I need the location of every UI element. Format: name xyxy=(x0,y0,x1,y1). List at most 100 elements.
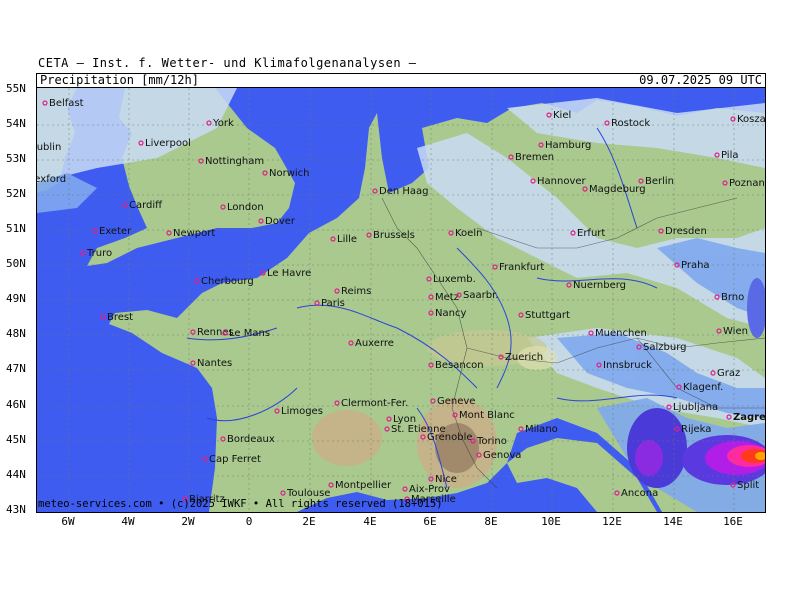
city-label: Norwich xyxy=(269,168,310,179)
city-label: Mont Blanc xyxy=(459,410,515,421)
lon-label: 10E xyxy=(541,515,561,528)
city-label: Wien xyxy=(723,326,748,337)
city-label: Cap Ferret xyxy=(209,454,261,465)
city-label: Magdeburg xyxy=(589,184,646,195)
city-label: Reims xyxy=(341,286,371,297)
lon-label: 6W xyxy=(61,515,75,528)
city-label: Praha xyxy=(681,260,710,271)
city-label: Salzburg xyxy=(643,342,686,353)
city-label: Nottingham xyxy=(205,156,264,167)
city-label: Berlin xyxy=(645,176,674,187)
city-label: Brest xyxy=(107,312,133,323)
city-label: Milano xyxy=(525,424,558,435)
city-label: Le Mans xyxy=(229,328,270,339)
city-marker xyxy=(194,278,200,284)
lat-label: 54N xyxy=(6,117,26,130)
lon-label: 6E xyxy=(423,515,437,528)
lon-label: 8E xyxy=(484,515,498,528)
field-title: Precipitation [mm/12h] xyxy=(40,73,199,87)
city-label: Truro xyxy=(86,248,112,259)
lat-label: 45N xyxy=(6,433,26,446)
precipitation-map: Belfast Dublin Wexford Liverpool York Notting… xyxy=(36,87,766,513)
city-label: Lille xyxy=(337,234,357,245)
lat-label: 53N xyxy=(6,152,26,165)
city-label: Genova xyxy=(483,450,521,461)
city-label: Kiel xyxy=(553,110,571,121)
city-label: Geneve xyxy=(437,396,475,407)
city-label: Stuttgart xyxy=(525,310,570,321)
city-marker xyxy=(122,202,128,208)
lon-label: 4W xyxy=(121,515,135,528)
lon-label: 16E xyxy=(723,515,743,528)
lon-label: 14E xyxy=(663,515,683,528)
lat-label: 47N xyxy=(6,362,26,375)
lon-label: 2E xyxy=(302,515,316,528)
city-label: Pila xyxy=(721,150,739,161)
city-label: Frankfurt xyxy=(499,262,544,273)
institute-header: CETA — Inst. f. Wetter- und Klimafolgena… xyxy=(38,56,417,70)
city-label: Torino xyxy=(476,436,507,447)
city-label: Montpellier xyxy=(335,480,392,491)
city-label: Poznan xyxy=(729,178,765,189)
city-label: Limoges xyxy=(281,406,323,417)
city-label: Klagenf. xyxy=(683,382,723,393)
city-label: Wexford xyxy=(37,174,66,185)
city-label: Graz xyxy=(717,368,740,379)
city-label: Saarbr. xyxy=(463,290,498,301)
city-label: Cherbourg xyxy=(201,276,254,287)
city-label: Newport xyxy=(173,228,215,239)
city-label: Rijeka xyxy=(681,424,711,435)
city-marker xyxy=(100,314,106,320)
city-label: Bordeaux xyxy=(227,434,275,445)
city-label: Muenchen xyxy=(595,328,647,339)
map-canvas: Belfast Dublin Wexford Liverpool York Notting… xyxy=(37,88,765,512)
city-label: Erfurt xyxy=(577,228,605,239)
city-marker xyxy=(202,456,208,462)
city-label: Liverpool xyxy=(145,138,191,149)
lat-label: 49N xyxy=(6,292,26,305)
city-label: Dublin xyxy=(37,142,61,153)
city-label: Belfast xyxy=(49,98,84,109)
city-label: Zagreb xyxy=(733,412,765,423)
city-label: Paris xyxy=(321,298,345,309)
city-label: Exeter xyxy=(99,226,132,237)
city-label: Nuernberg xyxy=(573,280,626,291)
city-label: Bremen xyxy=(515,152,554,163)
lon-label: 12E xyxy=(602,515,622,528)
lon-label: 0 xyxy=(245,515,253,528)
lat-label: 52N xyxy=(6,187,26,200)
city-label: Luxemb. xyxy=(433,274,476,285)
city-label: Dover xyxy=(265,216,296,227)
copyright-footer: meteo-services.com • (c)2025 IWKF • All … xyxy=(38,498,443,510)
city-label: Auxerre xyxy=(355,338,394,349)
city-label: Rostock xyxy=(611,118,650,129)
city-label: Hannover xyxy=(537,176,587,187)
lat-label: 46N xyxy=(6,398,26,411)
city-marker xyxy=(92,228,98,234)
city-label: Brussels xyxy=(373,230,415,241)
city-label: Koeln xyxy=(455,228,482,239)
city-marker xyxy=(80,250,86,256)
city-label: Zuerich xyxy=(505,352,543,363)
city-label: Clermont-Fer. xyxy=(341,398,408,409)
city-label: Ancona xyxy=(621,488,658,499)
lat-label: 55N xyxy=(6,82,26,95)
city-label: Den Haag xyxy=(379,186,429,197)
city-label: Ljubljana xyxy=(673,402,718,413)
city-label: Dresden xyxy=(665,226,707,237)
city-label: Le Havre xyxy=(267,268,311,279)
city-label: Metz xyxy=(435,292,459,303)
city-label: Koszalin xyxy=(737,114,765,125)
lon-label: 2W xyxy=(181,515,195,528)
city-label: Grenoble xyxy=(427,432,473,443)
lat-label: 48N xyxy=(6,327,26,340)
city-label: Innsbruck xyxy=(603,360,652,371)
city-label: Split xyxy=(737,480,759,491)
city-label: Nantes xyxy=(197,358,232,369)
valid-datetime: 09.07.2025 09 UTC xyxy=(639,73,762,87)
lat-label: 44N xyxy=(6,468,26,481)
city-label: York xyxy=(212,118,234,129)
city-label: Besancon xyxy=(435,360,484,371)
city-label: Hamburg xyxy=(545,140,591,151)
city-label: Cardiff xyxy=(129,200,163,211)
